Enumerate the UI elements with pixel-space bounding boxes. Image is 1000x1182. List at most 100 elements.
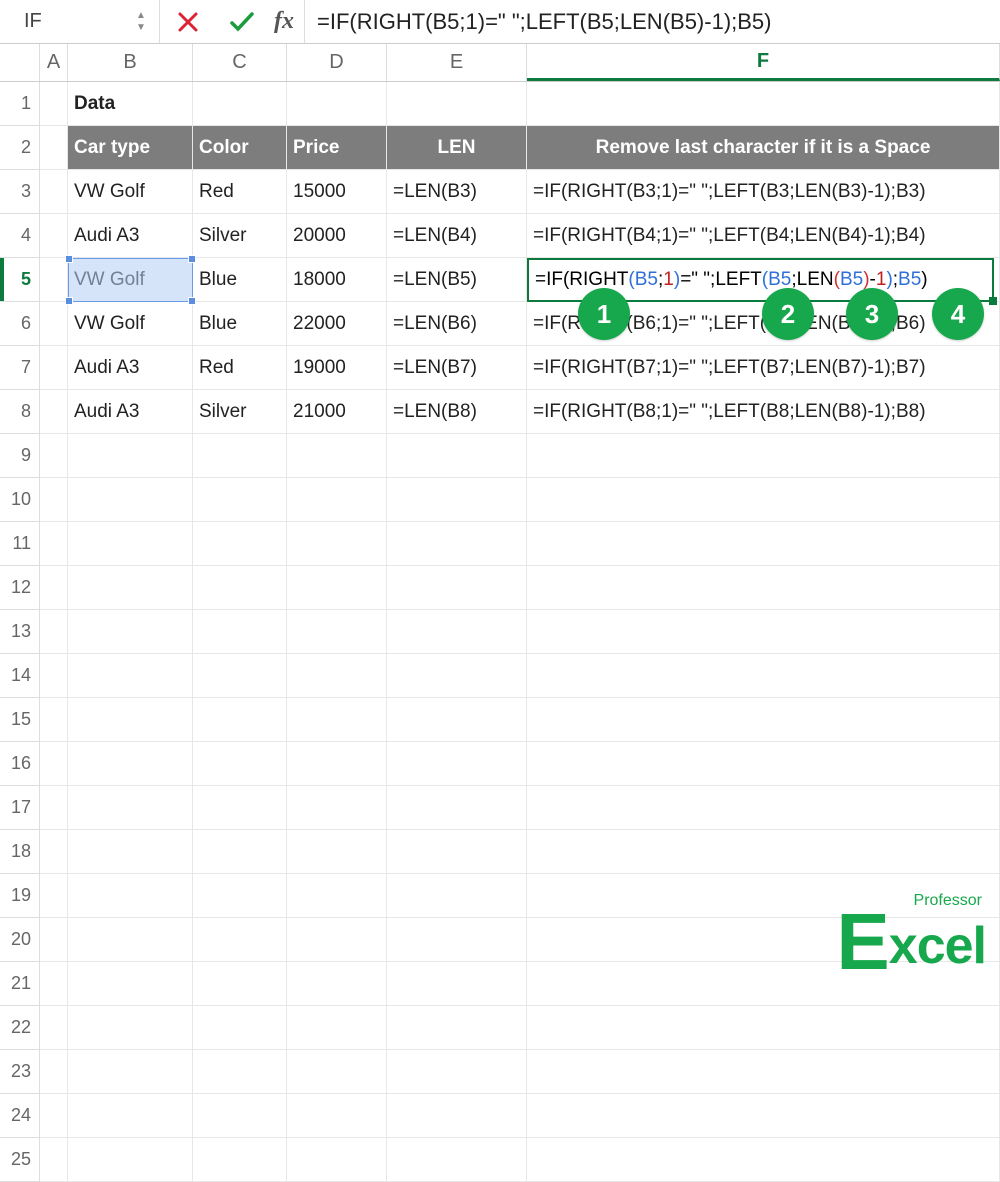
col-header-B[interactable]: B — [68, 44, 193, 81]
cell[interactable]: =IF(RIGHT(B3;1)=" ";LEFT(B3;LEN(B3)-1);B… — [527, 170, 1000, 213]
cell[interactable] — [193, 962, 287, 1005]
cell[interactable] — [527, 1094, 1000, 1137]
cell[interactable] — [193, 698, 287, 741]
cell[interactable] — [68, 566, 193, 609]
cell[interactable] — [287, 874, 387, 917]
cell[interactable] — [527, 786, 1000, 829]
header-E[interactable]: LEN — [387, 126, 527, 169]
cell[interactable]: 15000 — [287, 170, 387, 213]
cell[interactable] — [287, 610, 387, 653]
cell[interactable] — [40, 918, 68, 961]
cell[interactable] — [193, 830, 287, 873]
row-header-23[interactable]: 23 — [0, 1050, 40, 1094]
cell[interactable] — [287, 742, 387, 785]
cell[interactable] — [193, 918, 287, 961]
cell[interactable]: Blue — [193, 302, 287, 345]
row-header-7[interactable]: 7 — [0, 346, 40, 390]
cell[interactable]: =LEN(B6) — [387, 302, 527, 345]
cell[interactable] — [193, 874, 287, 917]
cell[interactable] — [287, 566, 387, 609]
cell[interactable] — [193, 786, 287, 829]
cell[interactable] — [193, 434, 287, 477]
cell[interactable] — [387, 830, 527, 873]
cell[interactable]: Red — [193, 170, 287, 213]
cell[interactable] — [527, 830, 1000, 873]
cell[interactable] — [287, 786, 387, 829]
cell[interactable] — [287, 1094, 387, 1137]
cell[interactable] — [387, 654, 527, 697]
cell[interactable] — [387, 1094, 527, 1137]
cell[interactable] — [68, 1094, 193, 1137]
row-header-12[interactable]: 12 — [0, 566, 40, 610]
cell[interactable]: 21000 — [287, 390, 387, 433]
cell[interactable] — [68, 610, 193, 653]
cell[interactable] — [40, 786, 68, 829]
cell[interactable] — [527, 1006, 1000, 1049]
select-all-corner[interactable] — [0, 44, 40, 81]
cell[interactable]: 22000 — [287, 302, 387, 345]
cell[interactable] — [40, 1138, 68, 1181]
cell[interactable] — [68, 1138, 193, 1181]
cell[interactable] — [68, 522, 193, 565]
cell[interactable] — [387, 786, 527, 829]
cell[interactable] — [527, 434, 1000, 477]
cell[interactable] — [68, 698, 193, 741]
cell[interactable] — [40, 874, 68, 917]
col-header-C[interactable]: C — [193, 44, 287, 81]
row-header-1[interactable]: 1 — [0, 82, 40, 126]
cell[interactable] — [387, 962, 527, 1005]
cell[interactable]: Red — [193, 346, 287, 389]
cell[interactable] — [287, 1050, 387, 1093]
cell[interactable] — [387, 82, 527, 125]
cell[interactable]: Audi A3 — [68, 346, 193, 389]
cell[interactable] — [387, 522, 527, 565]
cell[interactable]: =LEN(B7) — [387, 346, 527, 389]
cell[interactable] — [40, 258, 68, 301]
row-header-15[interactable]: 15 — [0, 698, 40, 742]
cell[interactable] — [68, 1006, 193, 1049]
cell[interactable] — [287, 918, 387, 961]
cell[interactable] — [40, 434, 68, 477]
header-B[interactable]: Car type — [68, 126, 193, 169]
cell[interactable] — [387, 434, 527, 477]
title-cell[interactable]: Data — [68, 82, 193, 125]
fx-label[interactable]: fx — [270, 0, 304, 43]
cell[interactable] — [193, 1138, 287, 1181]
col-header-D[interactable]: D — [287, 44, 387, 81]
row-header-25[interactable]: 25 — [0, 1138, 40, 1182]
cell[interactable] — [68, 654, 193, 697]
cell[interactable]: Audi A3 — [68, 390, 193, 433]
row-header-24[interactable]: 24 — [0, 1094, 40, 1138]
cell[interactable] — [287, 478, 387, 521]
cell[interactable] — [40, 698, 68, 741]
cell[interactable] — [40, 522, 68, 565]
cell[interactable] — [527, 654, 1000, 697]
cell[interactable] — [40, 1006, 68, 1049]
cell[interactable] — [193, 82, 287, 125]
row-header-2[interactable]: 2 — [0, 126, 40, 170]
header-C[interactable]: Color — [193, 126, 287, 169]
formula-input[interactable]: =IF(RIGHT(B5;1)=" ";LEFT(B5;LEN(B5)-1);B… — [317, 9, 772, 35]
cell[interactable] — [387, 874, 527, 917]
cell[interactable] — [40, 654, 68, 697]
cell[interactable] — [527, 522, 1000, 565]
cell[interactable] — [527, 1138, 1000, 1181]
cell[interactable] — [68, 786, 193, 829]
cell[interactable]: VW Golf — [68, 170, 193, 213]
cell[interactable] — [387, 698, 527, 741]
cell[interactable] — [193, 1094, 287, 1137]
row-header-13[interactable]: 13 — [0, 610, 40, 654]
row-header-18[interactable]: 18 — [0, 830, 40, 874]
cell[interactable] — [287, 522, 387, 565]
cell[interactable] — [527, 478, 1000, 521]
cell[interactable] — [287, 434, 387, 477]
cell[interactable]: 18000 — [287, 258, 387, 301]
cell[interactable] — [287, 654, 387, 697]
cell[interactable] — [287, 82, 387, 125]
cell[interactable] — [287, 962, 387, 1005]
cell[interactable] — [40, 566, 68, 609]
cell[interactable]: VW Golf — [68, 302, 193, 345]
cell[interactable] — [193, 1006, 287, 1049]
cell[interactable] — [387, 478, 527, 521]
fill-handle[interactable] — [989, 297, 997, 305]
